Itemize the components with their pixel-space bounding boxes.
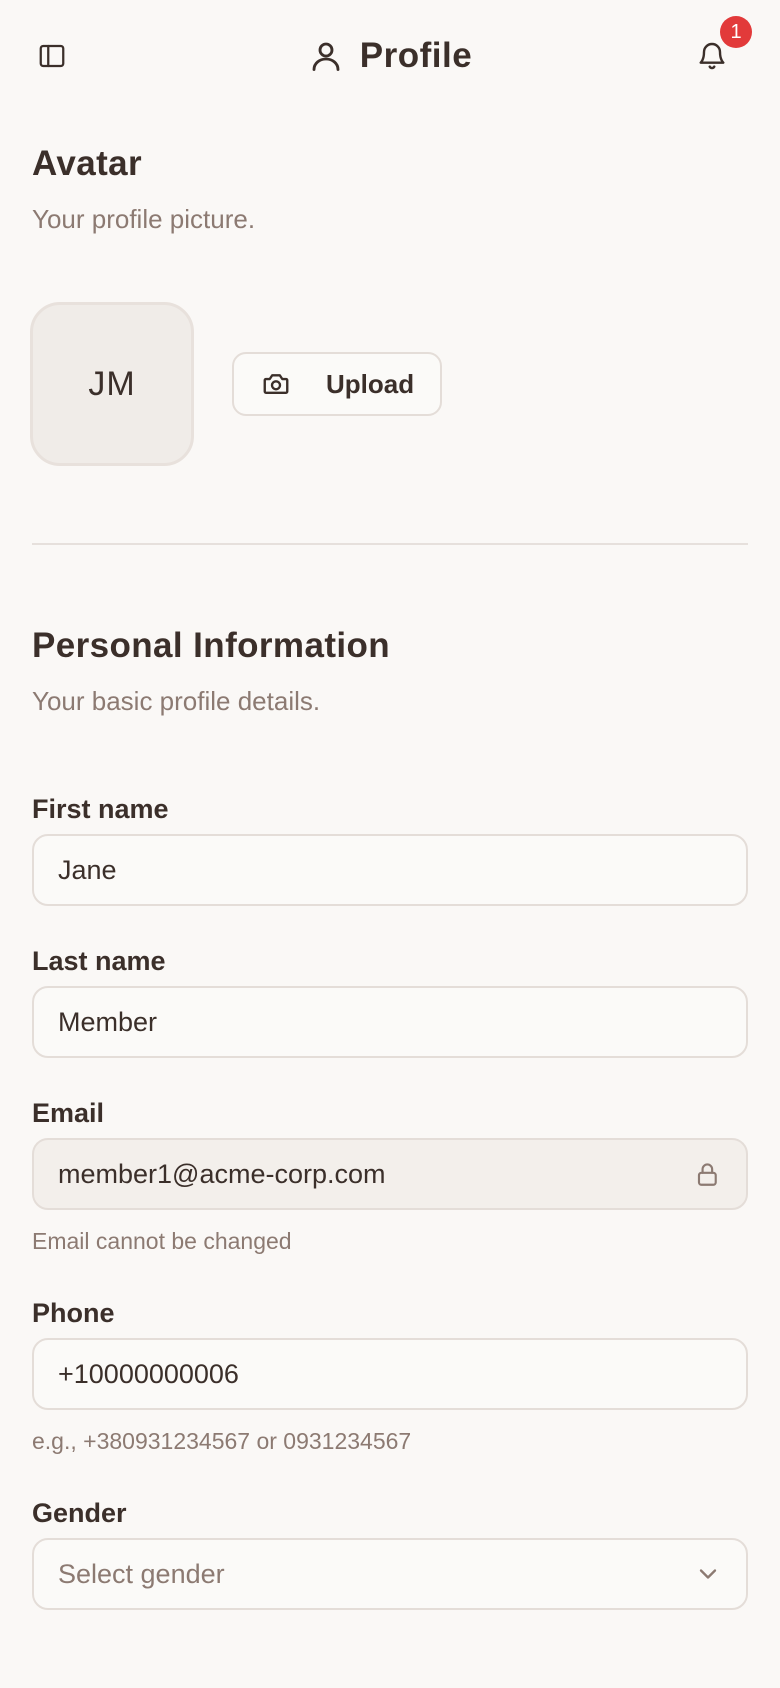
gender-select-placeholder: Select gender [58, 1558, 225, 1589]
section-divider [32, 543, 748, 545]
phone-label: Phone [32, 1298, 115, 1328]
phone-hint: e.g., +380931234567 or 0931234567 [32, 1428, 412, 1454]
avatar-section-subtitle: Your profile picture. [32, 204, 256, 234]
personal-info-subtitle: Your basic profile details. [32, 686, 321, 716]
first-name-field-wrapper [32, 834, 748, 906]
lock-icon [698, 1163, 718, 1186]
email-field [58, 1158, 694, 1190]
gender-select[interactable]: Select gender [32, 1538, 748, 1610]
chevron-down-icon [699, 1569, 717, 1579]
first-name-label: First name [32, 794, 169, 824]
last-name-field-wrapper [32, 986, 748, 1058]
email-label: Email [32, 1098, 105, 1128]
phone-input[interactable] [58, 1358, 722, 1390]
upload-avatar-button[interactable]: Upload [232, 352, 442, 416]
upload-button-label: Upload [326, 368, 415, 399]
personal-info-title: Personal Information [32, 626, 391, 665]
bell-icon [699, 42, 725, 70]
email-field-wrapper [32, 1138, 748, 1210]
email-hint: Email cannot be changed [32, 1228, 292, 1254]
gender-label: Gender [32, 1498, 127, 1528]
avatar-section-title: Avatar [32, 144, 143, 183]
camera-icon [263, 374, 289, 394]
user-icon [312, 42, 340, 71]
last-name-input[interactable] [58, 1006, 722, 1038]
last-name-label: Last name [32, 946, 166, 976]
page-title: Profile [359, 36, 473, 75]
avatar-initials: JM [88, 364, 136, 403]
phone-field-wrapper [32, 1338, 748, 1410]
avatar: JM [30, 302, 194, 466]
page-title-group: Profile [0, 30, 780, 82]
app-header: Profile 1 [0, 0, 780, 112]
notification-badge: 1 [720, 16, 752, 48]
first-name-input[interactable] [58, 854, 722, 886]
